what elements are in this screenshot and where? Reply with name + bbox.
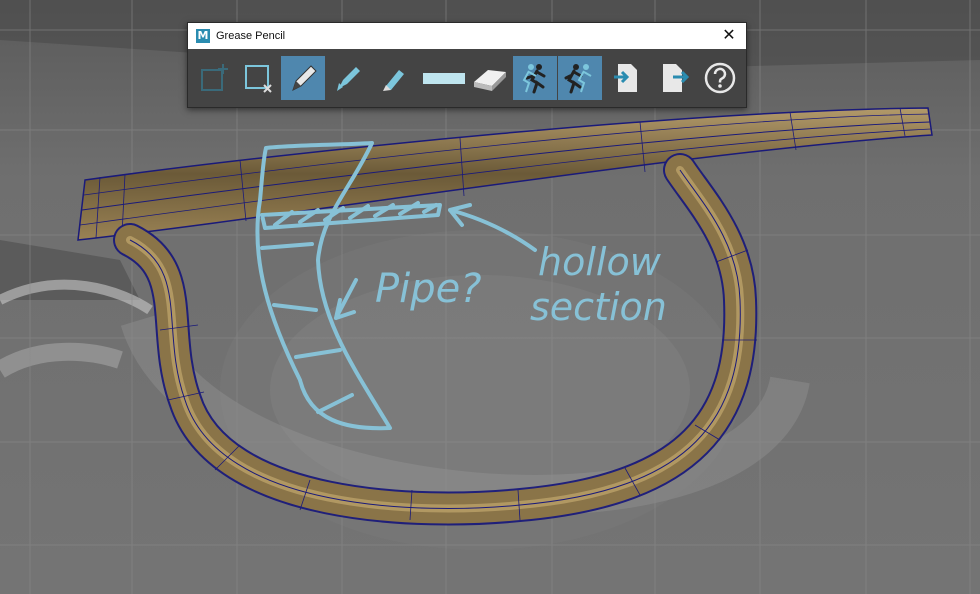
maya-app-icon: M xyxy=(196,29,210,43)
window-title: Grease Pencil xyxy=(216,30,286,42)
delete-frame-button[interactable] xyxy=(236,56,280,100)
eraser-tool-button[interactable] xyxy=(468,56,512,100)
soft-pencil-tool-button[interactable] xyxy=(370,56,414,100)
section-annotation: section xyxy=(530,285,667,329)
add-frame-icon xyxy=(201,64,228,91)
help-icon xyxy=(704,62,736,94)
ghost-next-button[interactable] xyxy=(558,56,602,100)
grease-pencil-window: M Grease Pencil ✕ xyxy=(187,22,747,108)
help-button[interactable] xyxy=(698,56,742,100)
ghost-next-icon xyxy=(564,64,592,94)
marker-tool-button[interactable] xyxy=(325,56,369,100)
brush-size-icon xyxy=(423,73,465,84)
import-button[interactable] xyxy=(604,56,648,100)
hollow-annotation: hollow xyxy=(538,240,662,284)
import-icon xyxy=(614,64,637,92)
soft-pencil-icon xyxy=(383,70,404,91)
grease-pencil-toolbar xyxy=(188,53,746,103)
ghost-previous-icon xyxy=(522,64,546,94)
brush-size-button[interactable] xyxy=(418,56,470,100)
pencil-tool-button[interactable] xyxy=(281,56,325,100)
delete-frame-icon xyxy=(245,65,272,93)
marker-icon xyxy=(337,67,360,91)
pipe-annotation: Pipe? xyxy=(375,266,481,312)
pencil-icon xyxy=(292,65,317,91)
eraser-icon xyxy=(474,70,506,91)
export-icon xyxy=(663,64,690,92)
ghost-previous-button[interactable] xyxy=(513,56,557,100)
export-button[interactable] xyxy=(653,56,697,100)
close-button[interactable]: ✕ xyxy=(720,26,738,44)
window-titlebar[interactable]: M Grease Pencil ✕ xyxy=(188,23,746,49)
add-frame-button[interactable] xyxy=(192,56,236,100)
